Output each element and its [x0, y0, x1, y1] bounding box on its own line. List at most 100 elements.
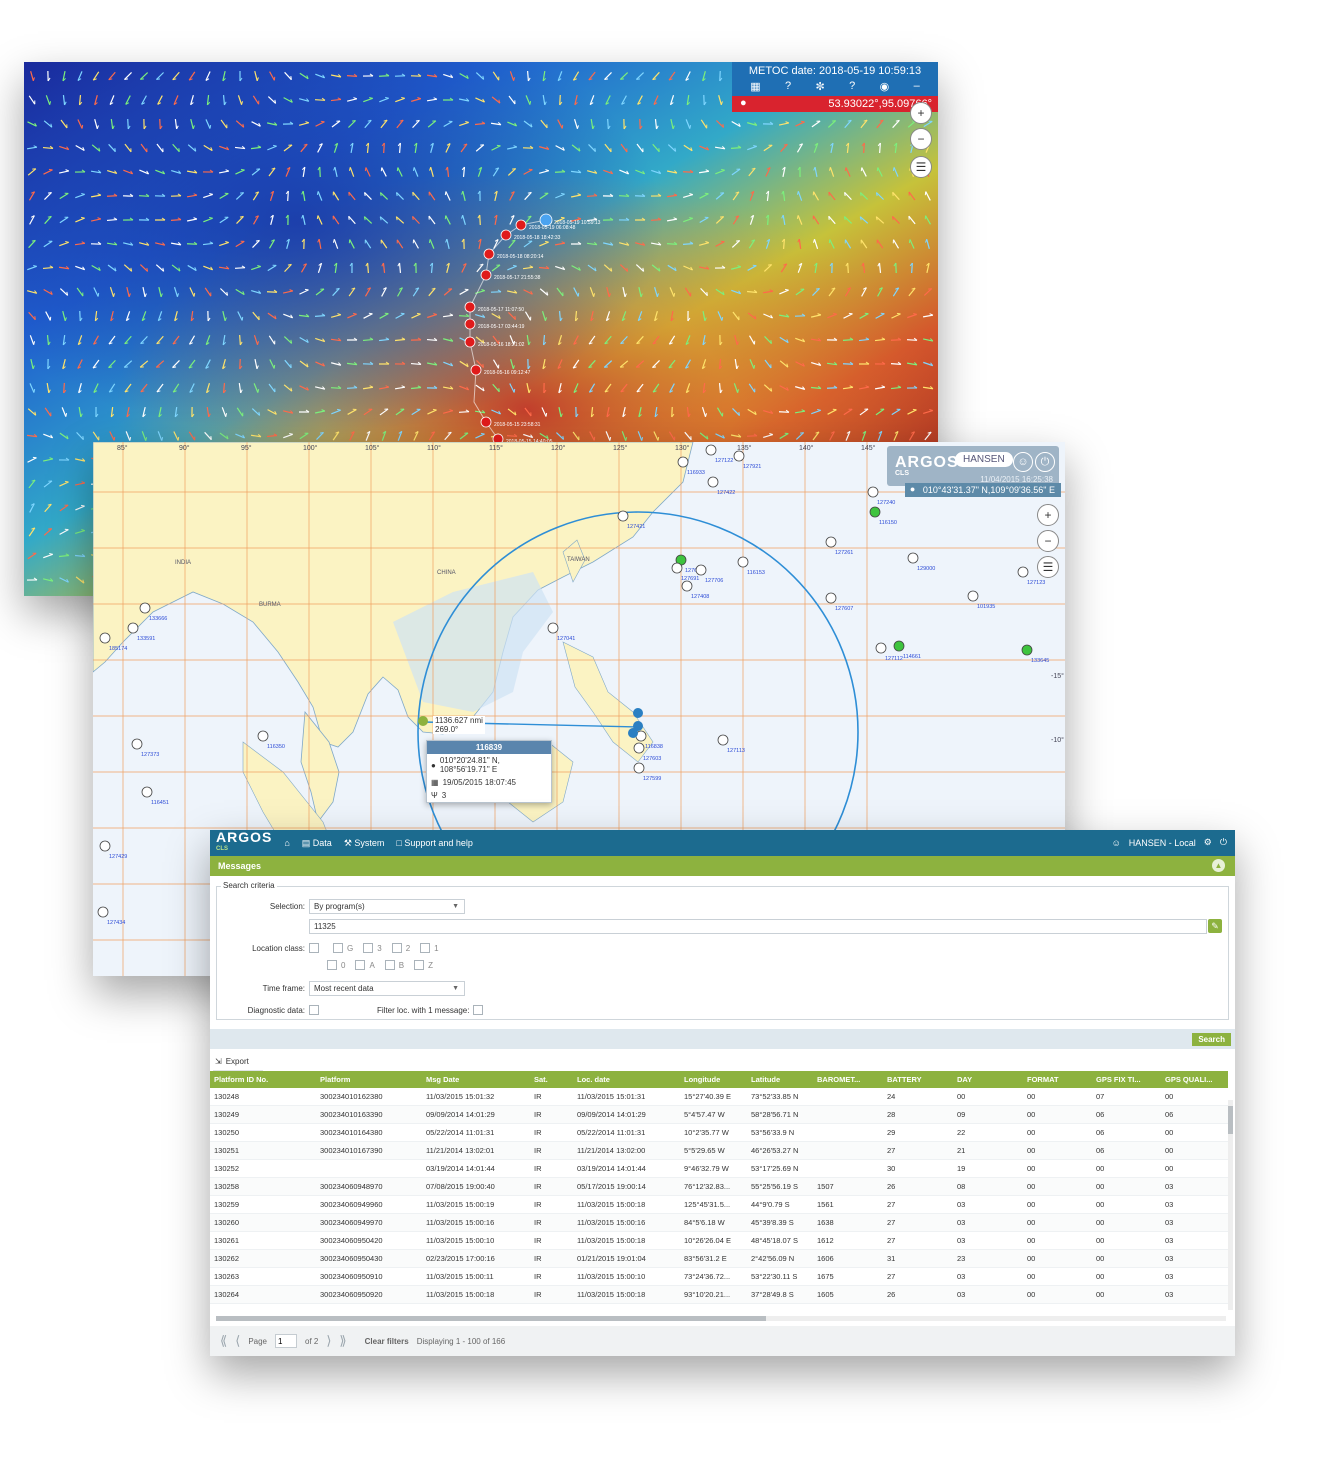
prev-page-icon[interactable]: ⟨ — [235, 1333, 240, 1349]
column-header[interactable]: GPS FIX TI... — [1092, 1071, 1161, 1088]
platform-marker[interactable] — [141, 786, 153, 798]
home-icon[interactable]: ⌂ — [284, 838, 289, 848]
user-icon[interactable]: ☺ — [1013, 452, 1033, 472]
next-page-icon[interactable]: ⟩ — [326, 1333, 331, 1349]
cyclone-icon[interactable]: ✼ — [816, 80, 825, 93]
table-row[interactable]: 130264 300234060950920 11/03/2015 15:00:18… — [210, 1285, 1228, 1304]
track-point[interactable] — [464, 301, 476, 313]
track-point[interactable] — [480, 416, 492, 428]
platform-marker[interactable] — [671, 562, 683, 574]
program-input[interactable]: 11325 — [309, 919, 1207, 934]
platform-marker[interactable] — [867, 486, 879, 498]
platform-marker[interactable] — [99, 632, 111, 644]
platform-marker[interactable] — [127, 622, 139, 634]
location-class-checkbox[interactable] — [384, 960, 395, 970]
column-header[interactable]: Longitude — [680, 1071, 747, 1088]
platform-marker[interactable] — [681, 580, 693, 592]
location-class-checkbox[interactable] — [333, 943, 343, 953]
platform-marker[interactable] — [733, 450, 745, 462]
power-icon[interactable]: ⏻ — [1220, 837, 1227, 848]
column-header[interactable]: GPS QUALI... — [1161, 1071, 1228, 1088]
edit-icon[interactable]: ✎ — [1208, 919, 1222, 933]
table-row[interactable]: 130258 300234060948970 07/08/2015 19:00:40… — [210, 1177, 1228, 1196]
platform-marker[interactable] — [717, 734, 729, 746]
platform-marker[interactable] — [695, 564, 707, 576]
table-row[interactable]: 130248 300234010162380 11/03/2015 15:01:32… — [210, 1088, 1228, 1106]
platform-marker[interactable] — [617, 510, 629, 522]
selection-dropdown[interactable]: By program(s) ▼ — [309, 899, 465, 914]
zoom-out-icon[interactable]: − — [1037, 530, 1059, 552]
minimize-icon[interactable]: – — [914, 80, 920, 93]
time-frame-dropdown[interactable]: Most recent data ▼ — [309, 981, 465, 996]
table-row[interactable]: 130263 300234060950910 11/03/2015 15:00:11… — [210, 1267, 1228, 1286]
search-button[interactable]: Search — [1192, 1033, 1231, 1046]
power-icon[interactable]: ⏻ — [1035, 452, 1055, 472]
calendar-icon[interactable]: ▦ — [750, 80, 760, 93]
location-class-checkbox[interactable] — [355, 960, 366, 970]
column-header[interactable]: Msg Date — [422, 1071, 530, 1088]
location-class-checkbox[interactable] — [391, 943, 402, 953]
last-page-icon[interactable]: ⟫ — [339, 1333, 346, 1349]
clear-filters-link[interactable]: Clear filters — [365, 1337, 409, 1346]
platform-marker[interactable] — [257, 730, 269, 742]
zoom-in-icon[interactable]: + — [910, 102, 932, 124]
help-icon-2[interactable]: ? — [849, 80, 855, 93]
table-row[interactable]: 130262 300234060950430 02/23/2015 17:00:16… — [210, 1249, 1228, 1268]
collapse-icon[interactable]: ▲ — [1212, 859, 1225, 872]
track-point[interactable] — [515, 219, 527, 231]
platform-marker[interactable] — [1021, 644, 1033, 656]
nav-support[interactable]: □ Support and help — [396, 838, 473, 848]
platform-marker[interactable] — [825, 592, 837, 604]
platform-marker[interactable] — [967, 590, 979, 602]
platform-marker[interactable] — [633, 762, 645, 774]
column-header[interactable]: DAY — [953, 1071, 1023, 1088]
platform-marker[interactable] — [875, 642, 887, 654]
column-header[interactable]: Loc. date — [573, 1071, 680, 1088]
location-class-checkbox[interactable] — [414, 960, 425, 970]
layers-icon[interactable]: ◉ — [880, 80, 890, 93]
platform-marker[interactable] — [737, 556, 749, 568]
location-class-checkbox[interactable] — [363, 943, 374, 953]
column-header[interactable]: Latitude — [747, 1071, 813, 1088]
filter-checkbox[interactable] — [473, 1005, 484, 1015]
track-point[interactable] — [480, 269, 492, 281]
platform-marker[interactable] — [547, 622, 559, 634]
column-header[interactable]: BAROMET... — [813, 1071, 883, 1088]
table-row[interactable]: 130259 300234060949960 11/03/2015 15:00:19… — [210, 1195, 1228, 1214]
location-class-all-checkbox[interactable] — [309, 943, 319, 953]
track-point[interactable] — [464, 318, 476, 330]
vertical-scrollbar[interactable] — [1228, 1100, 1233, 1310]
menu-icon[interactable]: ☰ — [910, 156, 932, 178]
user-icon[interactable]: ☺ — [1112, 838, 1121, 848]
table-row[interactable]: 130252 03/19/2014 14:01:44 IR 03/19/2014 14… — [210, 1159, 1228, 1178]
platform-marker[interactable] — [131, 738, 143, 750]
help-icon[interactable]: ? — [785, 80, 791, 93]
location-class-checkbox[interactable] — [420, 943, 431, 953]
table-row[interactable]: 130249 300234010163390 09/09/2014 14:01:29… — [210, 1105, 1228, 1124]
gear-icon[interactable]: ⚙ — [1204, 837, 1212, 848]
table-row[interactable]: 130260 300234060949970 11/03/2015 15:00:16… — [210, 1213, 1228, 1232]
user-name[interactable]: HANSEN - Local — [1129, 838, 1196, 848]
nav-data[interactable]: ▤ Data — [302, 838, 332, 849]
column-header[interactable]: Platform ID No. — [210, 1071, 316, 1088]
platform-marker[interactable] — [707, 476, 719, 488]
platform-marker[interactable] — [705, 444, 717, 456]
diagnostic-checkbox[interactable] — [309, 1005, 319, 1015]
track-point[interactable] — [464, 336, 476, 348]
column-header[interactable]: BATTERY — [883, 1071, 953, 1088]
track-point[interactable] — [483, 248, 495, 260]
zoom-out-icon[interactable]: − — [910, 128, 932, 150]
nav-system[interactable]: ⚒ System — [344, 838, 385, 849]
platform-marker[interactable] — [97, 906, 109, 918]
platform-marker[interactable] — [139, 602, 151, 614]
first-page-icon[interactable]: ⟪ — [220, 1333, 227, 1349]
platform-marker[interactable] — [633, 742, 645, 754]
table-row[interactable]: 130251 300234010167390 11/21/2014 13:02:01… — [210, 1141, 1228, 1160]
platform-marker[interactable] — [99, 840, 111, 852]
location-class-checkbox[interactable] — [327, 960, 337, 970]
track-point[interactable] — [500, 229, 512, 241]
platform-marker[interactable] — [1017, 566, 1029, 578]
platform-marker[interactable] — [907, 552, 919, 564]
horizontal-scrollbar[interactable] — [216, 1316, 1226, 1321]
table-row[interactable]: 130250 300234010164380 05/22/2014 11:01:31… — [210, 1123, 1228, 1142]
